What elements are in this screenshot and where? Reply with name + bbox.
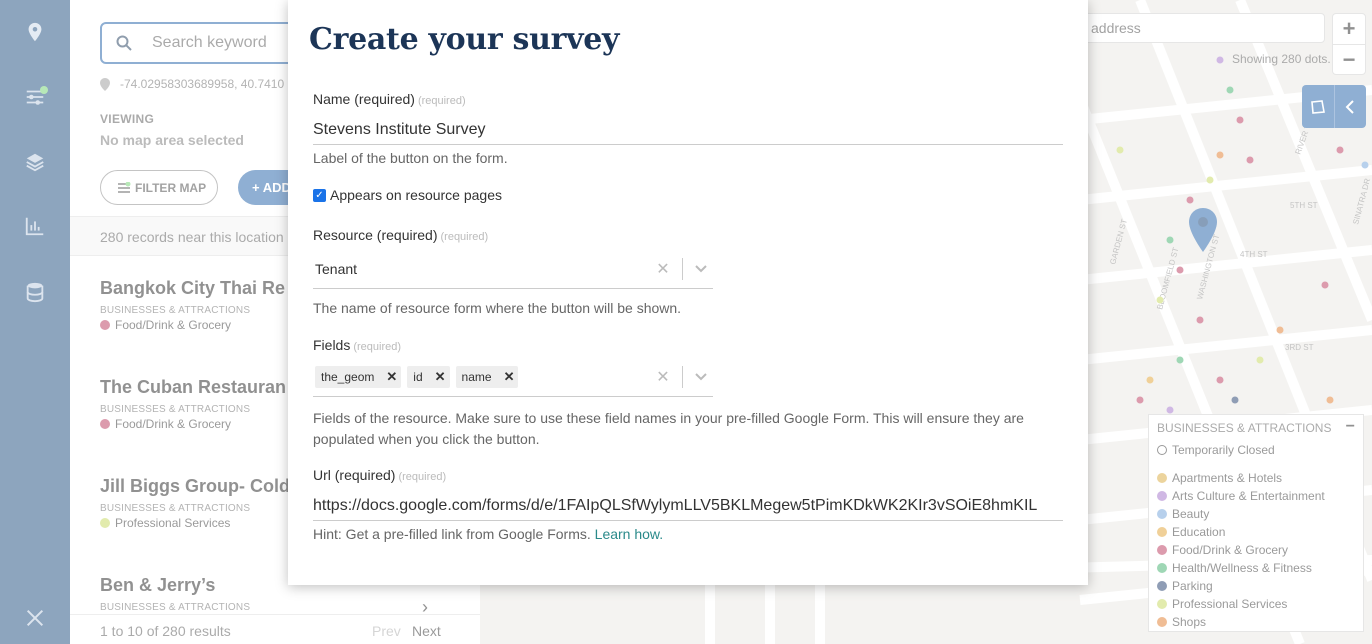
- required-tag: (required): [417, 95, 466, 107]
- url-label-text: Url (required): [313, 467, 396, 483]
- resource-label: Resource (required) (required): [313, 227, 488, 243]
- remove-chip-icon[interactable]: ✕: [504, 369, 515, 385]
- fields-chips: the_geom ✕ id ✕ name ✕: [313, 365, 650, 388]
- learn-how-link[interactable]: Learn how.: [595, 526, 664, 542]
- remove-chip-icon[interactable]: ✕: [435, 369, 446, 385]
- appears-label: Appears on resource pages: [330, 187, 502, 203]
- appears-checkbox[interactable]: ✓: [313, 188, 326, 202]
- url-hint: Hint: Get a pre-filled link from Google …: [313, 524, 663, 545]
- name-hint: Label of the button on the form.: [313, 150, 508, 166]
- fields-hint: Fields of the resource. Make sure to use…: [313, 410, 1024, 447]
- modal-title: Create your survey: [309, 22, 620, 57]
- url-hint-text: Hint: Get a pre-filled link from Google …: [313, 526, 591, 542]
- fields-label-text: Fields: [313, 337, 351, 353]
- chip-label: name: [461, 369, 492, 384]
- name-field[interactable]: [313, 115, 1063, 145]
- resource-select[interactable]: Tenant ✕: [313, 249, 713, 289]
- url-field[interactable]: [313, 491, 1063, 521]
- select-separator: [682, 365, 683, 388]
- chip-label: id: [413, 369, 423, 384]
- fields-multiselect[interactable]: the_geom ✕ id ✕ name ✕ ✕: [313, 357, 713, 397]
- name-label: Name (required) (required): [313, 91, 466, 107]
- appears-on-resource-pages[interactable]: ✓ Appears on resource pages: [313, 187, 502, 203]
- create-survey-modal: Create your survey Name (required) (requi…: [288, 0, 1088, 585]
- chevron-down-icon[interactable]: [689, 372, 713, 381]
- field-chip: name ✕: [455, 365, 519, 388]
- fields-label: Fields (required): [313, 337, 401, 353]
- required-tag: (required): [353, 341, 402, 353]
- required-tag: (required): [440, 231, 489, 243]
- resource-label-text: Resource (required): [313, 227, 438, 243]
- chevron-down-icon[interactable]: [689, 264, 713, 273]
- required-tag: (required): [398, 471, 447, 483]
- name-label-text: Name (required): [313, 91, 415, 107]
- url-label: Url (required) (required): [313, 467, 446, 483]
- clear-icon[interactable]: ✕: [650, 367, 676, 387]
- field-chip: id ✕: [407, 365, 450, 388]
- chip-label: the_geom: [321, 369, 375, 384]
- remove-chip-icon[interactable]: ✕: [386, 369, 397, 385]
- resource-hint: The name of resource form where the butt…: [313, 300, 682, 316]
- clear-icon[interactable]: ✕: [650, 259, 676, 279]
- field-chip: the_geom ✕: [315, 365, 402, 388]
- select-separator: [682, 257, 683, 280]
- resource-value: Tenant: [315, 260, 358, 277]
